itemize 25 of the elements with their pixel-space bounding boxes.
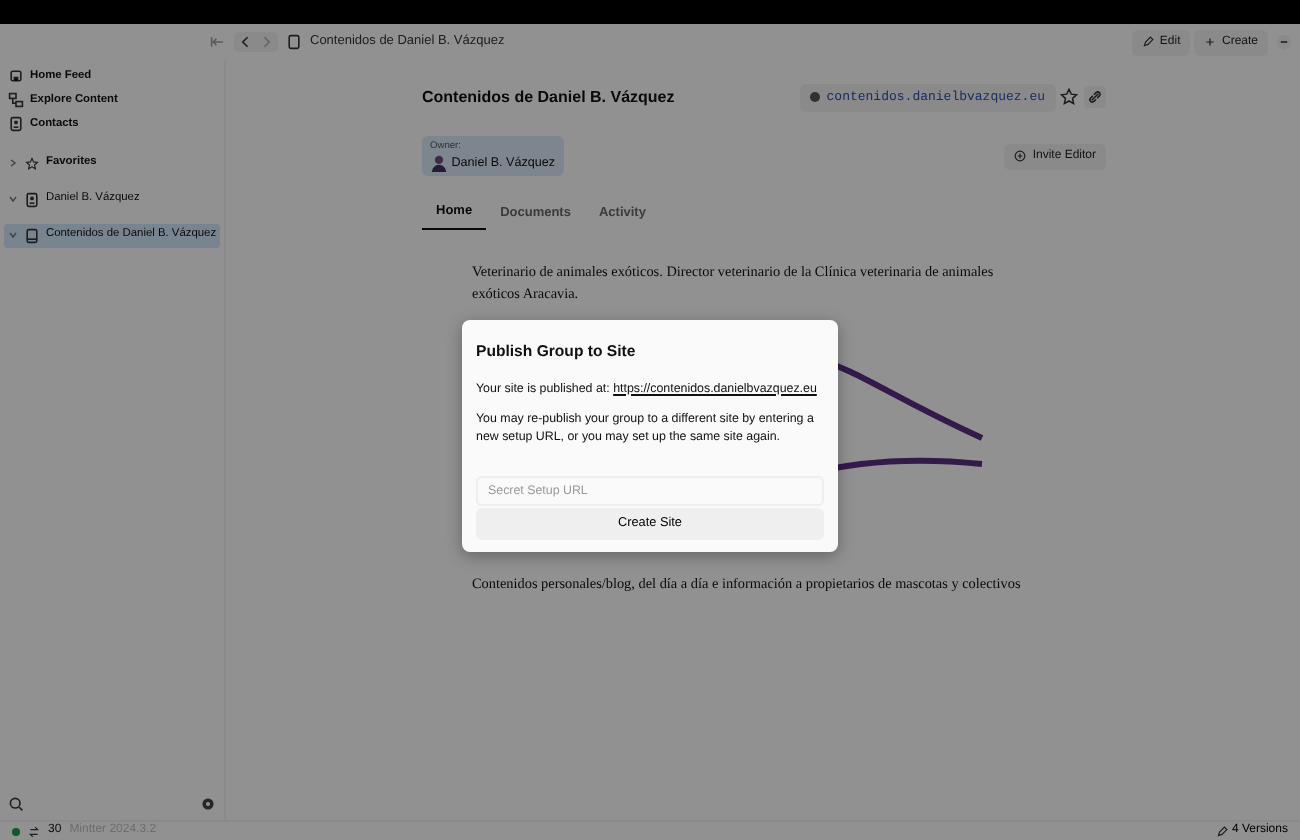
- star-icon: [24, 155, 40, 172]
- sync-icon: [28, 825, 40, 837]
- status-dot-icon: [810, 92, 821, 103]
- sidebar-toggle-icon[interactable]: [210, 34, 226, 50]
- home-icon: [8, 68, 24, 84]
- avatar-icon: [430, 154, 448, 173]
- more-icon[interactable]: [1276, 34, 1292, 50]
- back-icon[interactable]: [238, 34, 254, 50]
- pencil-icon: [1216, 825, 1229, 837]
- sitemap-icon: [8, 92, 24, 108]
- chevron-down-icon[interactable]: [8, 230, 18, 241]
- book-icon: [24, 227, 40, 244]
- chevron-right-icon[interactable]: [8, 158, 18, 169]
- star-icon[interactable]: [1058, 86, 1081, 109]
- settings-icon[interactable]: [200, 796, 217, 813]
- pencil-icon: [1141, 36, 1154, 48]
- plus-circle-icon: [1014, 150, 1027, 163]
- link-icon[interactable]: [1084, 86, 1106, 109]
- book-icon: [286, 34, 302, 50]
- page-title: Contenidos de Daniel B. Vázquez: [422, 88, 675, 108]
- contact-card-icon: [8, 116, 24, 132]
- chevron-down-icon[interactable]: [8, 194, 18, 205]
- contact-card-icon: [24, 191, 40, 208]
- search-icon[interactable]: [7, 796, 24, 813]
- plus-icon: [1203, 36, 1216, 48]
